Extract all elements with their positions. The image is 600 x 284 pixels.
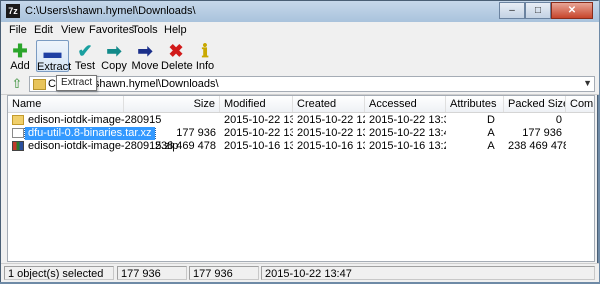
col-comment[interactable]: Comme (566, 96, 594, 112)
menu-file[interactable]: File (9, 24, 27, 36)
move-arrow-icon: ➡ (137, 41, 153, 61)
delete-x-icon: ✖ (168, 41, 184, 61)
window-controls: ‒ □ ✕ (499, 2, 593, 20)
move-button[interactable]: ➡ Move (130, 40, 160, 72)
list-item-selected[interactable]: dfu-util-0.8-binaries.tar.xz 177 936 201… (8, 127, 594, 140)
toolbar: ✚ Add ▬ Extract ✔ Test ➡ Copy ➡ Move ✖ D… (1, 39, 599, 75)
col-packed-size[interactable]: Packed Size (504, 96, 566, 112)
archive-icon (12, 141, 24, 151)
menu-view[interactable]: View (61, 24, 85, 36)
path-input[interactable]: C:\Users\shawn.hymel\Downloads\ ▼ (29, 76, 595, 92)
extract-label: Extract (37, 61, 72, 73)
maximize-button[interactable]: □ (525, 2, 551, 19)
col-created[interactable]: Created (293, 96, 365, 112)
packed-size-cell: 238 469 478 (508, 140, 566, 152)
info-icon: ℹ (201, 41, 209, 61)
menu-favorites[interactable]: Favorites (89, 24, 134, 36)
move-label: Move (131, 60, 159, 72)
7zip-app-icon: 7z (6, 4, 20, 18)
size-cell: 177 936 (176, 127, 216, 139)
modified-cell: 2015-10-22 13:31 (224, 114, 293, 126)
size-cell (124, 114, 220, 127)
add-button[interactable]: ✚ Add (5, 40, 35, 72)
test-button[interactable]: ✔ Test (71, 40, 99, 72)
delete-label: Delete (161, 60, 193, 72)
app-window: 7z C:\Users\shawn.hymel\Downloads\ ‒ □ ✕… (0, 0, 599, 282)
test-label: Test (74, 60, 96, 72)
add-label: Add (10, 60, 30, 72)
folder-up-icon[interactable]: ⇧ (10, 77, 24, 91)
copy-button[interactable]: ➡ Copy (100, 40, 128, 72)
extract-icon: ▬ (43, 42, 62, 62)
info-label: Info (195, 60, 215, 72)
modified-cell: 2015-10-16 13:20 (224, 140, 293, 152)
title-bar[interactable]: 7z C:\Users\shawn.hymel\Downloads\ ‒ □ ✕ (1, 1, 599, 23)
packed-size-cell: 0 (555, 114, 562, 126)
created-cell: 2015-10-22 13:47 (297, 127, 365, 139)
created-cell: 2015-10-16 13:20 (297, 140, 365, 152)
size-cell: 238 469 478 (154, 140, 216, 152)
accessed-cell: 2015-10-22 13:47 (369, 127, 446, 139)
accessed-cell: 2015-10-16 13:20 (369, 140, 446, 152)
col-name[interactable]: Name (8, 96, 124, 112)
packed-size-cell: 177 936 (522, 127, 562, 139)
accessed-cell: 2015-10-22 13:31 (369, 114, 446, 126)
status-packed-size: 177 936 (189, 266, 259, 280)
test-checkmark-icon: ✔ (77, 41, 93, 61)
status-size: 177 936 (117, 266, 187, 280)
menu-edit[interactable]: Edit (34, 24, 53, 36)
column-header: Name Size Modified Created Accessed Attr… (8, 96, 594, 113)
close-button[interactable]: ✕ (551, 2, 593, 19)
minimize-button[interactable]: ‒ (499, 2, 525, 19)
created-cell: 2015-10-22 12:32 (297, 114, 365, 126)
col-attributes[interactable]: Attributes (446, 96, 504, 112)
col-modified[interactable]: Modified (220, 96, 293, 112)
copy-arrow-icon: ➡ (106, 41, 122, 61)
chevron-down-icon[interactable]: ▼ (583, 78, 592, 88)
window-title: C:\Users\shawn.hymel\Downloads\ (25, 5, 196, 17)
menu-help[interactable]: Help (164, 24, 187, 36)
status-selection: 1 object(s) selected (4, 266, 114, 280)
modified-cell: 2015-10-22 13:47 (224, 127, 293, 139)
folder-icon (12, 115, 24, 125)
extract-tooltip: Extract (56, 75, 98, 91)
add-icon: ✚ (12, 41, 28, 61)
folder-icon (33, 79, 46, 90)
extract-button[interactable]: ▬ Extract (36, 40, 72, 73)
delete-button[interactable]: ✖ Delete (161, 40, 193, 72)
list-item[interactable]: edison-iotdk-image-280915 2015-10-22 13:… (8, 114, 594, 127)
file-list[interactable]: Name Size Modified Created Accessed Attr… (7, 95, 595, 262)
col-size[interactable]: Size (124, 96, 220, 112)
status-bar: 1 object(s) selected 177 936 177 936 201… (1, 263, 599, 282)
status-date: 2015-10-22 13:47 (261, 266, 595, 280)
col-accessed[interactable]: Accessed (365, 96, 446, 112)
list-item[interactable]: edison-iotdk-image-280915.zip 238 469 47… (8, 140, 594, 153)
menu-bar: File Edit View Favorites Tools Help (1, 22, 599, 40)
menu-tools[interactable]: Tools (132, 24, 158, 36)
copy-label: Copy (101, 60, 127, 72)
file-icon (12, 128, 24, 138)
info-button[interactable]: ℹ Info (193, 40, 217, 72)
